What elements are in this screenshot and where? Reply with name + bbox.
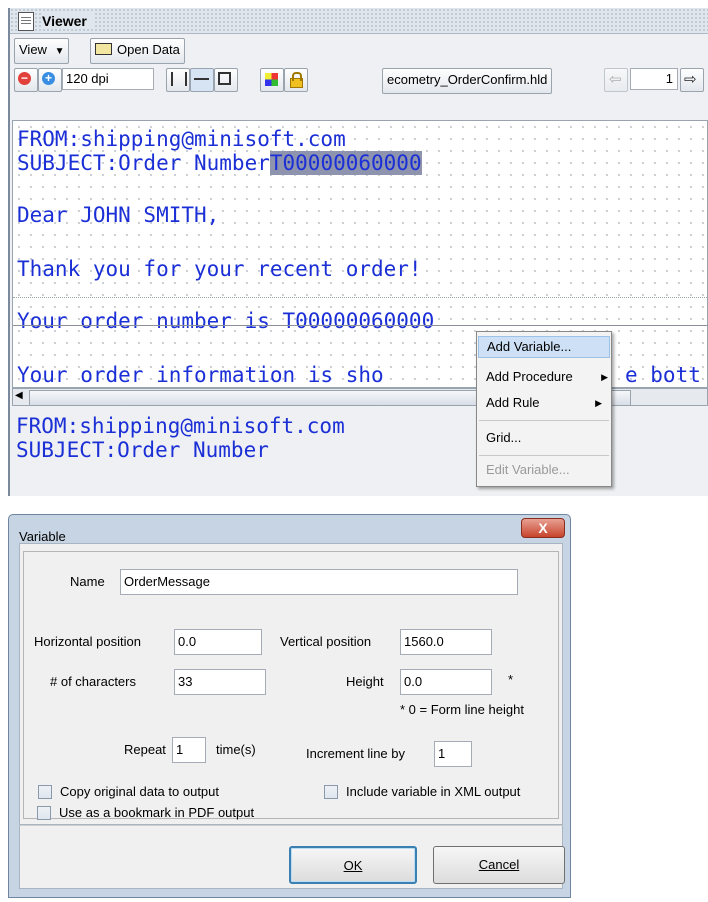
include-xml-label: Include variable in XML output: [346, 784, 521, 799]
viewer-title-bar[interactable]: Viewer: [10, 8, 708, 34]
menu-item-grid[interactable]: Grid...: [478, 427, 610, 449]
arrow-right-icon: ⇨: [684, 71, 697, 88]
name-label: Name: [70, 574, 105, 589]
submenu-arrow-icon: ▶: [595, 398, 602, 408]
bookmark-pdf-label: Use as a bookmark in PDF output: [59, 805, 255, 820]
menu-separator: [479, 420, 609, 421]
doc-line-subject: SUBJECT:Order NumberT00000060000: [17, 151, 422, 175]
field-boundary-top: [13, 297, 708, 298]
horizontal-position-input[interactable]: 0.0: [174, 629, 262, 655]
vertical-position-label: Vertical position: [280, 634, 372, 649]
horizontal-position-label: Horizontal position: [34, 634, 141, 649]
increment-line-input[interactable]: 1: [434, 741, 472, 767]
vertical-position-input[interactable]: 1560.0: [400, 629, 492, 655]
zoom-in-icon: +: [42, 72, 55, 85]
menu-separator: [479, 455, 609, 456]
variable-dialog: Variable X Name OrderMessage Horizontal …: [8, 514, 571, 898]
next-page-button[interactable]: ⇨: [680, 68, 704, 92]
menu-item-add-variable[interactable]: Add Variable...: [478, 336, 610, 358]
folder-icon: [95, 43, 112, 55]
copy-original-label: Copy original data to output: [60, 784, 219, 799]
doc-lower-line-subject: SUBJECT:Order Number: [16, 438, 269, 462]
doc-line-info: Your order information is sho: [17, 363, 384, 387]
palette-icon: [265, 73, 278, 86]
open-data-label: Open Data: [117, 42, 180, 57]
context-menu: Add Variable... Add Procedure ▶ Add Rule…: [476, 331, 612, 487]
dialog-title: Variable: [19, 529, 66, 544]
zoom-out-button[interactable]: −: [14, 68, 38, 92]
height-input[interactable]: 0.0: [400, 669, 492, 695]
bookmark-pdf-checkbox[interactable]: [37, 806, 51, 820]
dpi-field[interactable]: 120 dpi: [62, 68, 154, 90]
menu-item-add-rule[interactable]: Add Rule ▶: [478, 392, 610, 414]
scroll-left-icon[interactable]: ◀: [15, 390, 23, 401]
height-asterisk: *: [508, 672, 514, 687]
view-menu-label: View: [19, 42, 47, 57]
repeat-label: Repeat: [124, 742, 166, 757]
field-boundary-bottom: [13, 325, 708, 326]
doc-line-order-number[interactable]: Your order number is T00000060000: [17, 309, 434, 333]
lock-shackle: [292, 72, 302, 81]
doc-line-subject-text: SUBJECT:Order Number: [17, 151, 270, 175]
fit-height-button[interactable]: [190, 68, 214, 92]
cancel-label: Cancel: [478, 857, 520, 872]
height-note: * 0 = Form line height: [400, 702, 524, 717]
ok-button[interactable]: OK: [289, 846, 417, 884]
close-button[interactable]: X: [521, 518, 565, 538]
viewer-title: Viewer: [42, 13, 93, 29]
page-number-field[interactable]: 1: [630, 68, 678, 90]
ok-label: OK: [343, 858, 363, 873]
increment-line-label: Increment line by: [306, 746, 405, 761]
fit-page-icon: [218, 72, 231, 85]
dialog-form-panel: Name OrderMessage Horizontal position 0.…: [23, 551, 559, 819]
menu-item-add-procedure[interactable]: Add Procedure ▶: [478, 366, 610, 388]
zoom-in-button[interactable]: +: [38, 68, 62, 92]
fit-width-button[interactable]: [166, 68, 190, 92]
chevron-down-icon: ▼: [54, 46, 65, 57]
height-label: Height: [346, 674, 384, 689]
submenu-arrow-icon: ▶: [601, 372, 608, 382]
characters-input[interactable]: 33: [174, 669, 266, 695]
view-menu-button[interactable]: View ▼: [14, 38, 70, 64]
zoom-out-icon: −: [18, 72, 31, 85]
fit-width-icon: [171, 72, 187, 86]
doc-line-greeting: Dear JOHN SMITH,: [17, 203, 220, 227]
color-palette-button[interactable]: [260, 68, 284, 92]
menu-item-edit-variable: Edit Variable...: [486, 462, 570, 477]
open-data-button[interactable]: Open Data: [90, 38, 185, 64]
copy-original-checkbox[interactable]: [38, 785, 52, 799]
name-input[interactable]: OrderMessage: [120, 569, 518, 595]
selected-order-number[interactable]: T00000060000: [269, 151, 422, 175]
include-xml-checkbox[interactable]: [324, 785, 338, 799]
lock-button[interactable]: [284, 68, 308, 92]
cancel-button[interactable]: Cancel: [433, 846, 565, 884]
previous-page-button[interactable]: ⇦: [604, 68, 628, 92]
fit-page-button[interactable]: [214, 68, 238, 92]
fit-height-icon: [194, 78, 209, 80]
menu-item-add-procedure-label: Add Procedure: [486, 369, 573, 384]
times-label: time(s): [216, 742, 256, 757]
repeat-input[interactable]: 1: [172, 737, 206, 763]
doc-line-from: FROM:shipping@minisoft.com: [17, 127, 346, 151]
doc-line-info-tail: e bott: [625, 363, 701, 387]
filename-field[interactable]: ecometry_OrderConfirm.hld: [382, 68, 553, 94]
menu-item-add-rule-label: Add Rule: [486, 395, 540, 410]
arrow-left-icon: ⇦: [609, 71, 622, 88]
doc-lower-line-from: FROM:shipping@minisoft.com: [16, 414, 345, 438]
characters-label: # of characters: [50, 674, 136, 689]
doc-line-thanks: Thank you for your recent order!: [17, 257, 422, 281]
document-icon: [18, 12, 34, 31]
